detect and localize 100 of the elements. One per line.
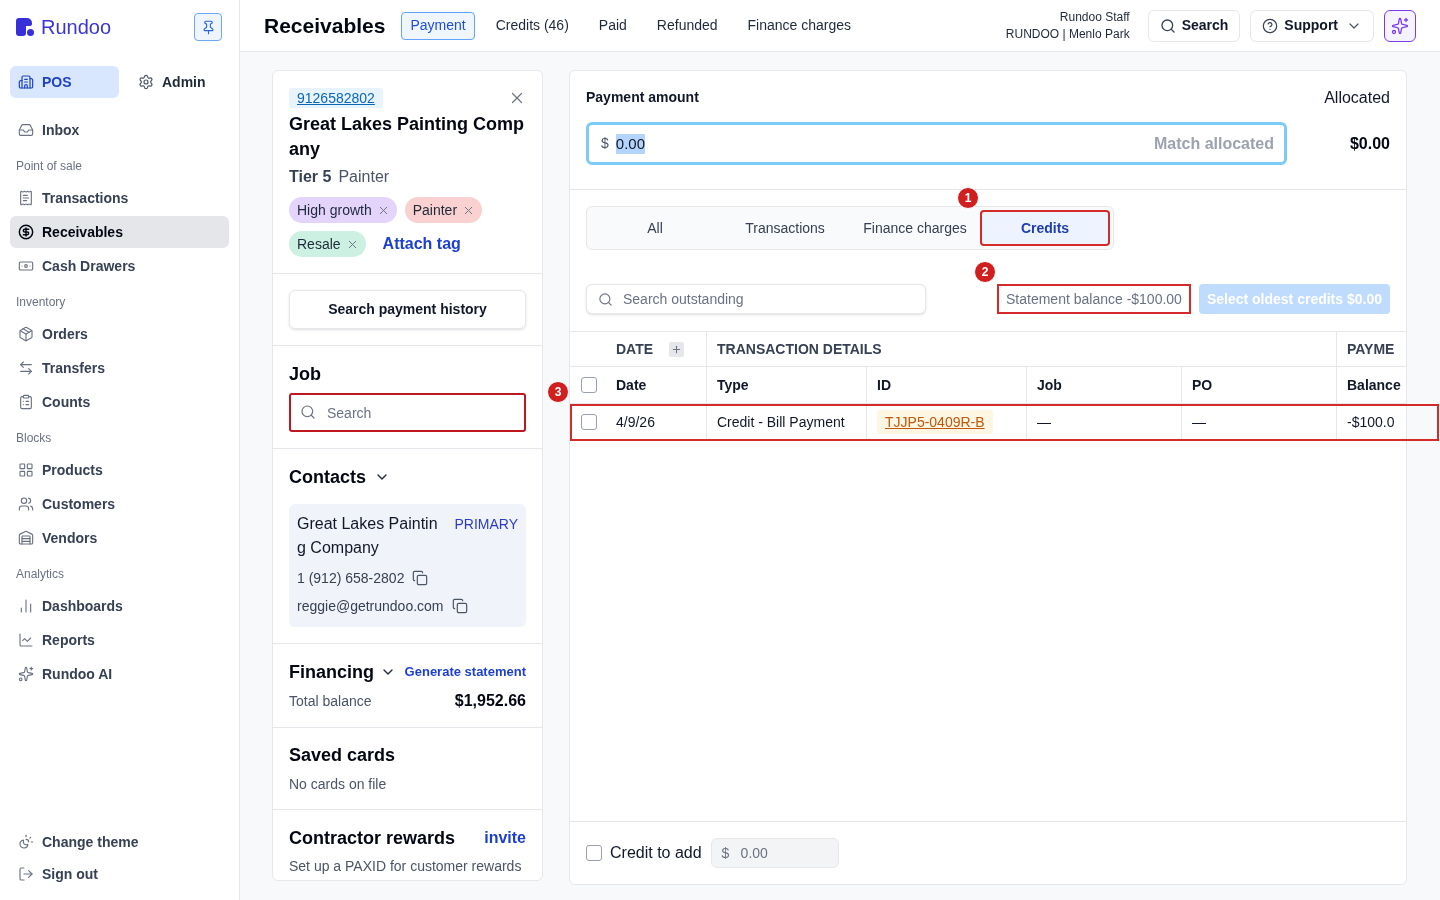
building-icon	[18, 74, 34, 90]
nav-item[interactable]: Products	[10, 454, 229, 486]
statement-balance-text: Statement balance -$100.00	[997, 284, 1191, 314]
nav-section-title: Blocks	[15, 430, 53, 446]
search-outstanding-field[interactable]: Search outstanding	[586, 284, 926, 314]
table-cell-text: 4/9/26	[615, 412, 656, 432]
column-group-header: DATE	[616, 339, 654, 359]
select-all-checkbox[interactable]	[581, 377, 597, 393]
attach-tag-link[interactable]: Attach tag	[382, 232, 461, 256]
section-title: Contractor rewards	[289, 827, 456, 850]
bar-chart-icon	[18, 598, 34, 614]
table-cell: —	[1181, 404, 1336, 440]
nav-item[interactable]: Counts	[10, 386, 229, 418]
page-tab[interactable]: Refunded	[647, 11, 727, 40]
nav-item[interactable]: Dashboards	[10, 590, 229, 622]
column-group-header: PAYME	[1347, 339, 1395, 359]
column-header: ID	[866, 367, 1026, 403]
receipt-icon	[18, 190, 34, 206]
mode-tab[interactable]: POS	[10, 66, 119, 98]
generate-statement-link[interactable]: Generate statement	[404, 662, 526, 682]
column-header: Balance	[1336, 367, 1406, 403]
amount-value: 0.00	[615, 133, 645, 154]
ai-assistant-button[interactable]	[1384, 9, 1416, 42]
column-header: Date	[615, 375, 648, 395]
search-history-button[interactable]: Search payment history	[289, 290, 526, 329]
tag-label: High growth	[297, 200, 372, 220]
page-tab[interactable]: Finance charges	[738, 11, 861, 40]
nav-item[interactable]: Sign out	[10, 858, 229, 890]
help-icon	[1262, 17, 1279, 34]
invite-link[interactable]: invite	[484, 826, 526, 850]
pin-button[interactable]	[194, 13, 222, 41]
filter-tab[interactable]: Finance charges	[850, 210, 980, 246]
nav-item[interactable]: Receivables	[10, 216, 229, 248]
trade-label: Painter	[338, 167, 390, 187]
nav-section-title: Inventory	[15, 294, 67, 310]
page-tab[interactable]: Paid	[589, 11, 636, 40]
customer-name: Great Lakes Painting Company	[289, 113, 526, 161]
page-tab[interactable]: Payment	[401, 11, 475, 40]
brand-name: Rundoo	[41, 17, 112, 37]
empty-message: No cards on file	[289, 775, 388, 794]
nav-item[interactable]: Change theme	[10, 826, 229, 858]
currency-symbol: $	[601, 134, 609, 153]
table-row[interactable]: 4/9/26 Credit - Bill Payment TJJP5-0409R-B — — -$100.0	[570, 404, 1439, 441]
nav-item[interactable]: Customers	[10, 488, 229, 520]
currency-symbol: $	[721, 844, 730, 862]
search-icon	[598, 292, 613, 307]
nav-item[interactable]: Inbox	[10, 114, 229, 146]
mode-tab[interactable]: Admin	[130, 66, 214, 98]
line-chart-icon	[18, 632, 34, 648]
filter-tab[interactable]: Credits	[980, 210, 1110, 246]
nav-item[interactable]: Transactions	[10, 182, 229, 214]
grid-icon	[18, 462, 34, 478]
allocated-amount: $0.00	[1349, 134, 1390, 154]
rewards-description: Set up a PAXID for customer rewards	[289, 857, 523, 876]
copy-icon[interactable]	[412, 570, 429, 586]
total-balance-label: Total balance	[289, 692, 372, 711]
filter-tab[interactable]: All	[590, 210, 720, 246]
contact-name: Great Lakes Painting Company	[297, 514, 439, 558]
copy-icon[interactable]	[451, 598, 468, 614]
nav-item[interactable]: Vendors	[10, 522, 229, 554]
add-column-button[interactable]	[669, 341, 685, 357]
field-label: Payment amount	[586, 88, 700, 107]
nav-item[interactable]: Reports	[10, 624, 229, 656]
filter-tab[interactable]: Transactions	[720, 210, 850, 246]
tag-label: Resale	[297, 234, 341, 254]
phone-link[interactable]: 9126582802	[289, 88, 383, 108]
column-group-header: TRANSACTION DETAILS	[717, 339, 882, 359]
nav-section-title: Point of sale	[15, 158, 84, 174]
credit-to-add-label: Credit to add	[610, 843, 702, 863]
section-title: Job	[289, 363, 322, 386]
nav-item[interactable]: Cash Drawers	[10, 250, 229, 282]
nav-item[interactable]: Transfers	[10, 352, 229, 384]
transaction-id-link[interactable]: TJJP5-0409R-B	[877, 410, 993, 434]
banknote-icon	[18, 258, 34, 274]
arrows-icon	[18, 360, 34, 376]
allocated-label: Allocated	[1324, 88, 1390, 108]
table-cell: —	[1026, 404, 1181, 440]
page-tab[interactable]: Credits (46)	[486, 11, 578, 40]
pin-icon	[200, 19, 216, 35]
step-marker: 1	[957, 187, 979, 209]
tag-label: Painter	[412, 200, 458, 220]
sign-out-icon	[18, 866, 34, 882]
row-checkbox[interactable]	[581, 414, 597, 430]
nav-item[interactable]: Rundoo AI	[10, 658, 229, 690]
users-icon	[18, 496, 34, 512]
table-cell: -$100.0	[1336, 404, 1406, 440]
page-title: Receivables	[264, 12, 386, 39]
search-icon	[300, 404, 316, 420]
support-button[interactable]: Support	[1250, 9, 1374, 42]
job-search-field[interactable]: Search	[289, 393, 526, 432]
search-button[interactable]: Search	[1147, 9, 1241, 42]
primary-label: PRIMARY	[454, 515, 518, 534]
tier-label: Tier 5	[289, 167, 332, 187]
contact-email: reggie@getrundoo.com	[297, 597, 444, 616]
section-title: Contacts	[289, 466, 366, 489]
warehouse-icon	[18, 530, 34, 546]
clipboard-icon	[18, 394, 34, 410]
nav-item[interactable]: Orders	[10, 318, 229, 350]
column-header: Type	[706, 367, 866, 403]
logo-icon	[16, 18, 34, 36]
